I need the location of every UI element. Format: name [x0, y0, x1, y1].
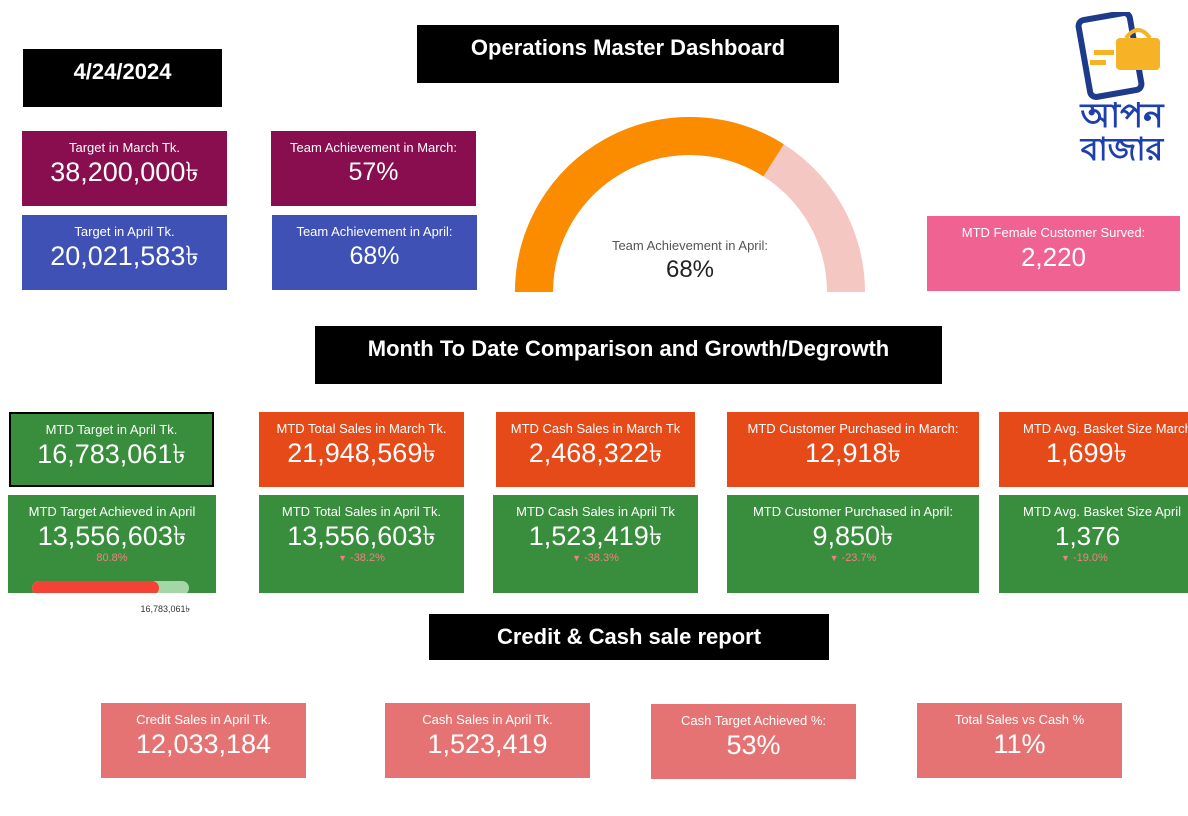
- credit-card-label: Cash Sales in April Tk.: [422, 712, 553, 727]
- target-march-value: 38,200,000৳: [50, 157, 199, 187]
- mtd-card-value: 1,699৳: [1046, 438, 1128, 468]
- mtd-customer-april-card: MTD Customer Purchased in April: 9,850৳ …: [727, 495, 979, 593]
- mtd-cash-sales-march-card: MTD Cash Sales in March Tk 2,468,322৳: [496, 412, 695, 487]
- mtd-total-sales-march-card: MTD Total Sales in March Tk. 21,948,569৳: [259, 412, 464, 487]
- achievement-april-card: Team Achievement in April: 68%: [272, 215, 477, 290]
- logo-text-line2: বাজার: [1080, 131, 1164, 167]
- achievement-april-label: Team Achievement in April:: [296, 224, 453, 239]
- target-april-value: 20,021,583৳: [50, 241, 199, 271]
- achievement-march-value: 57%: [348, 158, 399, 186]
- mtd-customer-march-card: MTD Customer Purchased in March: 12,918৳: [727, 412, 979, 487]
- sales-vs-cash-card: Total Sales vs Cash % 11%: [917, 703, 1122, 778]
- mtd-card-label: MTD Target in April Tk.: [45, 422, 178, 437]
- mtd-card-label: MTD Cash Sales in March Tk: [510, 421, 681, 436]
- mtd-card-label: MTD Total Sales in April Tk.: [281, 504, 442, 519]
- page-title: Operations Master Dashboard: [470, 35, 786, 60]
- credit-card-value: 12,033,184: [135, 729, 272, 759]
- cash-sales-card: Cash Sales in April Tk. 1,523,419: [385, 703, 590, 778]
- date-banner: 4/24/2024: [23, 49, 222, 107]
- mtd-card-value: 2,468,322৳: [528, 438, 663, 468]
- mtd-card-value: 9,850৳: [812, 521, 894, 551]
- mtd-total-sales-april-card: MTD Total Sales in April Tk. 13,556,603৳…: [259, 495, 464, 593]
- gauge-value: 68%: [665, 256, 715, 283]
- down-arrow-icon: ▼: [1061, 553, 1070, 563]
- gauge-label: Team Achievement in April:: [611, 238, 769, 253]
- dashboard-title: Operations Master Dashboard: [417, 25, 839, 83]
- credit-sales-card: Credit Sales in April Tk. 12,033,184: [101, 703, 306, 778]
- achievement-april-value: 68%: [349, 242, 400, 270]
- target-progress-bar: [32, 581, 189, 593]
- target-march-card: Target in March Tk. 38,200,000৳: [22, 131, 227, 206]
- mtd-card-value: 12,918৳: [804, 438, 902, 468]
- mtd-card-label: MTD Customer Purchased in March:: [747, 421, 959, 436]
- mtd-card-label: MTD Cash Sales in April Tk: [516, 504, 675, 519]
- credit-section-title-text: Credit & Cash sale report: [496, 624, 762, 649]
- progress-target-label: 16,783,061৳: [140, 604, 190, 614]
- credit-card-value: 11%: [993, 729, 1046, 759]
- mtd-card-value: 16,783,061৳: [37, 439, 186, 469]
- mtd-card-change: 80.8%: [96, 552, 128, 564]
- mtd-card-change: -38.2%: [350, 552, 385, 564]
- mtd-section-title-text: Month To Date Comparison and Growth/Degr…: [367, 336, 890, 361]
- mtd-card-label: MTD Total Sales in March Tk.: [276, 421, 447, 436]
- mtd-card-value: 13,556,603৳: [37, 521, 187, 551]
- down-arrow-icon: ▼: [829, 553, 839, 563]
- mtd-card-change: -38.3%: [584, 552, 619, 564]
- credit-card-label: Total Sales vs Cash %: [954, 712, 1085, 727]
- cash-target-achieved-card: Cash Target Achieved %: 53%: [651, 704, 856, 779]
- mtd-cash-sales-april-card: MTD Cash Sales in April Tk 1,523,419৳ ▼ -…: [493, 495, 698, 593]
- mtd-card-label: MTD Avg. Basket Size March: [1023, 421, 1188, 436]
- mtd-section-title: Month To Date Comparison and Growth/Degr…: [315, 326, 942, 384]
- mtd-card-label: MTD Customer Purchased in April:: [752, 504, 954, 519]
- female-customer-card: MTD Female Customer Surved: 2,220: [927, 216, 1180, 291]
- mtd-basket-april-card: MTD Avg. Basket Size April 1,376 ▼ -19.0%: [999, 495, 1188, 593]
- mtd-card-value: 1,376: [1055, 521, 1121, 551]
- achievement-march-label: Team Achievement in March:: [290, 140, 457, 155]
- achievement-march-card: Team Achievement in March: 57%: [271, 131, 476, 206]
- mtd-card-change: -19.0%: [1072, 552, 1108, 564]
- credit-card-value: 1,523,419: [427, 729, 548, 759]
- credit-section-title: Credit & Cash sale report: [429, 614, 829, 660]
- credit-card-label: Credit Sales in April Tk.: [136, 712, 271, 727]
- mtd-card-change: -23.7%: [841, 552, 877, 564]
- down-arrow-icon: ▼: [572, 553, 582, 563]
- target-march-label: Target in March Tk.: [68, 140, 181, 155]
- target-april-label: Target in April Tk.: [74, 224, 175, 239]
- apon-bazar-logo: আপন বাজার: [1074, 10, 1170, 168]
- target-april-card: Target in April Tk. 20,021,583৳: [22, 215, 227, 290]
- mtd-target-achieved-april-card: MTD Target Achieved in April 13,556,603৳…: [8, 495, 216, 593]
- down-arrow-icon: ▼: [338, 553, 348, 563]
- date-text: 4/24/2024: [73, 59, 172, 84]
- credit-card-value: 53%: [726, 730, 781, 760]
- mtd-card-label: MTD Avg. Basket Size April: [1023, 504, 1181, 519]
- mtd-card-label: MTD Target Achieved in April: [28, 504, 196, 519]
- female-customer-label: MTD Female Customer Surved:: [961, 225, 1146, 240]
- target-progress-fill: [32, 581, 159, 593]
- achievement-gauge: Team Achievement in April: 68%: [505, 110, 875, 293]
- mtd-card-value: 21,948,569৳: [287, 438, 436, 468]
- mtd-card-value: 1,523,419৳: [528, 521, 663, 551]
- logo-text-line1: আপন: [1080, 97, 1164, 135]
- credit-card-label: Cash Target Achieved %:: [680, 713, 826, 728]
- mtd-basket-march-card: MTD Avg. Basket Size March 1,699৳: [999, 412, 1188, 487]
- female-customer-value: 2,220: [1020, 242, 1087, 272]
- mtd-card-value: 13,556,603৳: [287, 521, 436, 551]
- mtd-target-april-card: MTD Target in April Tk. 16,783,061৳: [9, 412, 214, 487]
